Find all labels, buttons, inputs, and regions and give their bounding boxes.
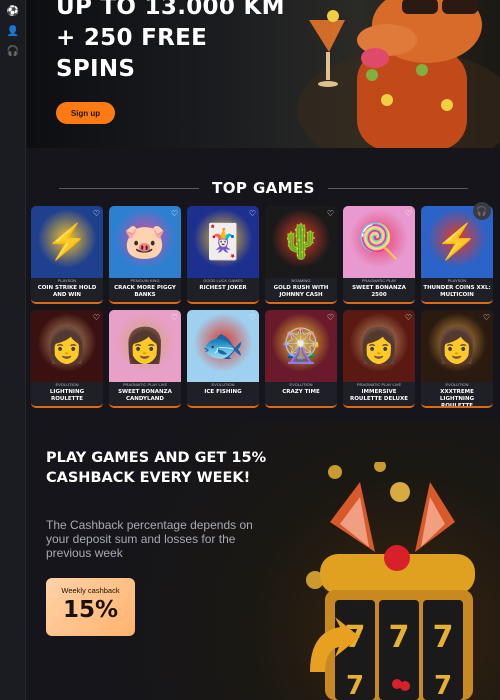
cashback-badge: Weekly cashback 15%: [46, 578, 135, 636]
game-thumbnail[interactable]: 👩 ♡: [421, 310, 493, 382]
game-provider: PRAGMATIC PLAY LIVE: [122, 382, 168, 387]
game-title: RICHEST JOKER: [199, 285, 247, 291]
favorite-heart-icon[interactable]: ♡: [249, 209, 256, 218]
game-thumbnail[interactable]: 🎡 ♡: [265, 310, 337, 382]
left-rail: ⚽ 👤 🎧: [0, 0, 26, 700]
favorite-heart-icon[interactable]: ♡: [327, 313, 334, 322]
cashback-promo: PLAY GAMES AND GET 15% CASHBACK EVERY WE…: [27, 420, 500, 700]
game-provider: EVOLUTION: [289, 382, 313, 387]
game-provider: EVOLUTION: [211, 382, 235, 387]
section-title: TOP GAMES: [212, 179, 315, 197]
game-title: SWEET BONANZA 2500: [352, 285, 406, 298]
game-thumbnail[interactable]: 🍭 ♡: [343, 206, 415, 278]
game-card[interactable]: ⚡♡PLAYSONTHUNDER COINS XXL: MULTICOIN: [421, 206, 493, 304]
game-thumbnail[interactable]: 👩 ♡: [31, 310, 103, 382]
game-card[interactable]: 🐟 ♡ EVOLUTION ICE FISHING: [187, 310, 259, 408]
game-provider: EVOLUTION: [55, 382, 79, 387]
game-title: IMMERSIVE ROULETTE DELUXE: [349, 389, 409, 402]
game-card[interactable]: 🃏 ♡ GOOD LUCK GAMES RICHEST JOKER: [187, 206, 259, 304]
game-provider: PRAGMATIC PLAY: [361, 278, 397, 283]
hero-banner: UP TO 13.000 KM + 250 FREE SPINS Sign up: [27, 0, 500, 148]
favorite-heart-icon[interactable]: ♡: [93, 209, 100, 218]
game-card[interactable]: 👩 ♡ EVOLUTION XXXTREME LIGHTNING ROULETTE: [421, 310, 493, 408]
game-provider: PLAYSON: [57, 278, 77, 283]
game-provider: GOOD LUCK GAMES: [203, 278, 243, 283]
game-card[interactable]: 👩 ♡ EVOLUTION LIGHTNING ROULETTE: [31, 310, 103, 408]
headset-icon[interactable]: 🎧: [473, 202, 491, 220]
slot-machine-illustration: 7 7 7 7 7: [306, 462, 475, 700]
game-title: XXXTREME LIGHTNING ROULETTE: [439, 389, 475, 408]
game-card[interactable]: 🐷 ♡ PENGUIN KING CRACK MORE PIGGY BANKS: [109, 206, 181, 304]
headset-icon[interactable]: 🎧: [0, 41, 26, 61]
cashback-label: Weekly cashback: [61, 586, 120, 595]
game-card[interactable]: 🍭 ♡ PRAGMATIC PLAY SWEET BONANZA 2500: [343, 206, 415, 304]
game-provider: PRAGMATIC PLAY LIVE: [356, 382, 402, 387]
favorite-heart-icon[interactable]: ♡: [483, 313, 490, 322]
game-thumbnail[interactable]: ⚡♡: [31, 206, 103, 278]
game-thumbnail[interactable]: 🃏 ♡: [187, 206, 259, 278]
games-grid: ⚡ ♡ PLAYSON COIN STRIKE HOLD AND WIN 🐷 ♡ PENGU…: [31, 206, 493, 408]
game-title: SWEET BONANZA CANDYLAND: [118, 389, 172, 402]
game-card[interactable]: 🎡 ♡ EVOLUTION CRAZY TIME: [265, 310, 337, 408]
favorite-heart-icon[interactable]: ♡: [405, 209, 412, 218]
game-card[interactable]: 🌵 ♡ BGAMING GOLD RUSH WITH JOHNNY CASH: [265, 206, 337, 304]
sports-icon[interactable]: ⚽: [0, 1, 26, 21]
svg-text:7: 7: [346, 671, 364, 700]
user-icon[interactable]: 👤: [0, 21, 26, 41]
main-content: UP TO 13.000 KM + 250 FREE SPINS Sign up…: [27, 0, 500, 700]
favorite-heart-icon[interactable]: ♡: [93, 313, 100, 322]
game-provider: BGAMING: [291, 278, 311, 283]
divider: [327, 187, 468, 189]
promo-title: PLAY GAMES AND GET 15% CASHBACK EVERY WE…: [46, 450, 267, 486]
divider: [59, 187, 200, 189]
svg-text:7: 7: [389, 620, 410, 655]
favorite-heart-icon[interactable]: ♡: [405, 313, 412, 322]
favorite-heart-icon[interactable]: ♡: [171, 313, 178, 322]
hero-title: UP TO 13.000 KM + 250 FREE SPINS: [56, 0, 285, 82]
svg-text:7: 7: [434, 671, 452, 700]
svg-text:7: 7: [433, 620, 454, 655]
favorite-heart-icon[interactable]: ♡: [249, 313, 256, 322]
cashback-value: 15%: [62, 597, 119, 623]
game-title: GOLD RUSH WITH JOHNNY CASH: [273, 285, 329, 298]
game-provider: PENGUIN KING: [130, 278, 160, 283]
game-thumbnail[interactable]: 🐟 ♡: [187, 310, 259, 382]
game-thumbnail[interactable]: 👩 ♡: [343, 310, 415, 382]
game-title: CRAZY TIME: [282, 389, 320, 395]
game-thumbnail[interactable]: 👩 ♡: [109, 310, 181, 382]
favorite-heart-icon[interactable]: ♡: [327, 209, 334, 218]
game-thumbnail[interactable]: 🌵 ♡: [265, 206, 337, 278]
promo-description: The Cashback percentage depends on your …: [46, 518, 253, 560]
game-thumbnail[interactable]: 🐷 ♡: [109, 206, 181, 278]
signup-button[interactable]: Sign up: [56, 102, 115, 124]
game-title: COIN STRIKE HOLD AND WIN: [37, 285, 97, 298]
game-title: CRACK MORE PIGGY BANKS: [114, 285, 176, 298]
game-title: THUNDER COINS XXL: MULTICOIN: [423, 285, 491, 298]
game-provider: EVOLUTION: [445, 382, 469, 387]
game-provider: PLAYSON: [447, 278, 467, 283]
top-games-header: TOP GAMES: [27, 176, 500, 200]
favorite-heart-icon[interactable]: ♡: [171, 209, 178, 218]
game-card[interactable]: ⚡ ♡ PLAYSON COIN STRIKE HOLD AND WIN: [31, 206, 103, 304]
game-card[interactable]: 👩 ♡ PRAGMATIC PLAY LIVE IMMERSIVE ROULETTE …: [343, 310, 415, 408]
game-card[interactable]: 👩 ♡ PRAGMATIC PLAY LIVE SWEET BONANZA CANDY…: [109, 310, 181, 408]
game-title: LIGHTNING ROULETTE: [49, 389, 85, 402]
game-title: ICE FISHING: [204, 389, 242, 395]
